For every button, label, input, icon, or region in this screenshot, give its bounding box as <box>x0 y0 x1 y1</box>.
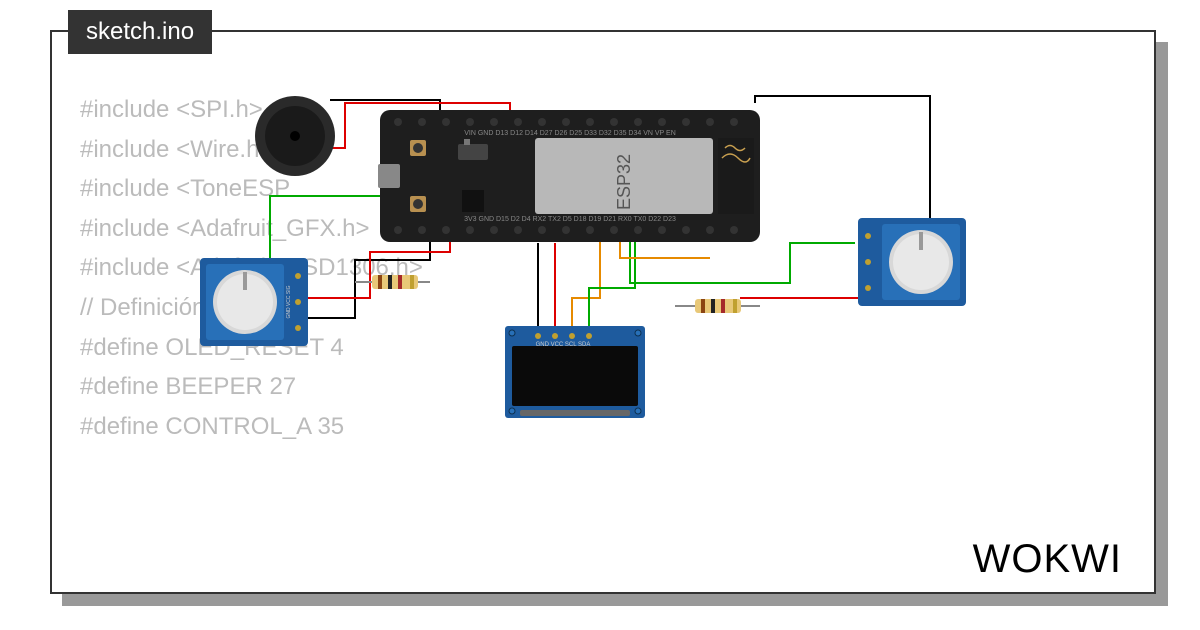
wokwi-logo: WOKWI <box>973 537 1122 582</box>
pot-left-pins: GND VCC SIG <box>286 285 292 318</box>
file-tab-label: sketch.ino <box>86 18 194 45</box>
resistor-right <box>675 299 760 313</box>
potentiometer-right[interactable] <box>858 218 966 306</box>
esp32-board[interactable]: VIN GND D13 D12 D14 D27 D26 D25 D33 D32 … <box>378 110 760 242</box>
esp32-bottom-pin-labels: 3V3 GND D15 D2 D4 RX2 TX2 D5 D18 D19 D21… <box>464 216 676 223</box>
brand-text: WOKWI <box>973 537 1122 581</box>
circuit-schematic: VIN GND D13 D12 D14 D27 D26 D25 D33 D32 … <box>200 88 980 418</box>
resistor-left <box>355 275 430 289</box>
oled-display[interactable]: GND VCC SCL SDA <box>505 326 645 418</box>
esp32-chip-label: ESP32 <box>614 154 634 210</box>
potentiometer-left[interactable]: GND VCC SIG <box>200 258 308 346</box>
file-tab[interactable]: sketch.ino <box>68 10 212 54</box>
buzzer-component[interactable] <box>255 96 335 176</box>
oled-pin-labels: GND VCC SCL SDA <box>536 342 591 348</box>
esp32-top-pin-labels: VIN GND D13 D12 D14 D27 D26 D25 D33 D32 … <box>464 130 676 137</box>
